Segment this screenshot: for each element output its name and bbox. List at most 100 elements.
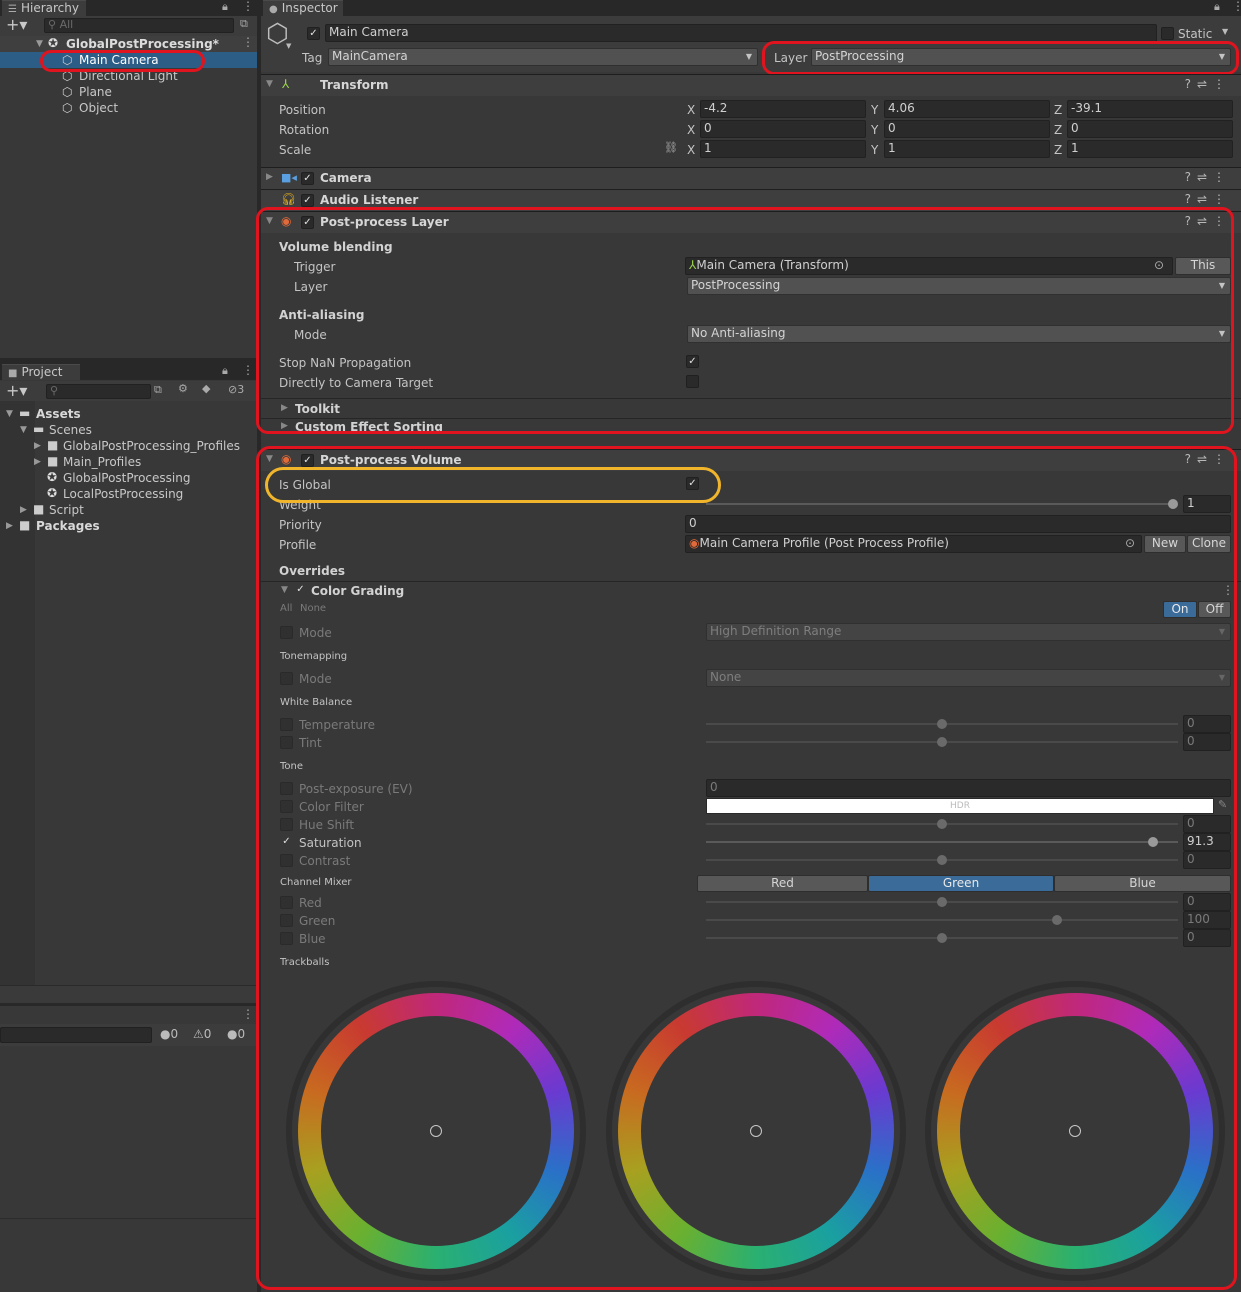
folder-icon: ■ (47, 454, 59, 468)
static-label: Static (1178, 27, 1213, 41)
project-search-input[interactable]: ⚲ (46, 384, 151, 399)
console-divider (0, 1218, 257, 1219)
gameobject-icon: ⬡ (62, 101, 73, 115)
folder-icon: ■ (8, 368, 18, 379)
tag-icon[interactable]: ◆ (202, 382, 210, 395)
create-plus-icon[interactable]: +▾ (6, 15, 27, 34)
project-item-globalpp-profiles[interactable]: GlobalPostProcessing_Profiles (63, 438, 240, 454)
help-icon[interactable]: ? (1185, 192, 1197, 206)
axis-y-label: Y (871, 143, 879, 157)
gameobject-icon: ⬡ (62, 85, 73, 99)
help-icon[interactable]: ? (1185, 170, 1197, 184)
scene-menu-icon[interactable]: ⋮ (242, 35, 254, 49)
menu-kebab-icon[interactable]: ⋮ (1213, 170, 1231, 184)
console-search-input[interactable] (0, 1027, 152, 1043)
presets-icon[interactable]: ⇌ (1197, 77, 1213, 91)
active-checkbox[interactable]: ✓ (307, 27, 320, 40)
error-count[interactable]: ●0 (227, 1027, 245, 1041)
inspector-tab[interactable]: ● Inspector (263, 0, 343, 16)
fold-arrow-icon[interactable]: ▶ (20, 502, 27, 518)
presets-icon[interactable]: ⇌ (1197, 170, 1213, 184)
project-item-main-profiles[interactable]: Main_Profiles (63, 454, 141, 470)
presets-icon[interactable]: ⇌ (1197, 192, 1213, 206)
warning-icon: ⚠ (193, 1027, 204, 1041)
project-item-scenes[interactable]: Scenes (49, 422, 92, 438)
search-by-label-icon[interactable]: ⚙ (178, 382, 188, 395)
rotation-z-input[interactable]: 0 (1067, 120, 1233, 138)
chevron-down-icon: ▼ (745, 52, 752, 61)
annotation-box-pp-layer (256, 207, 1234, 434)
tag-dropdown[interactable]: MainCamera ▼ (328, 48, 758, 66)
fold-arrow-icon[interactable]: ▶ (34, 438, 41, 454)
camera-header[interactable]: ▶ ■◂ ✓ Camera ?⇌⋮ (261, 167, 1241, 189)
search-by-type-icon[interactable]: ⧉ (154, 383, 162, 397)
folder-icon: ■ (19, 518, 31, 532)
project-tree-bg (0, 400, 35, 1002)
transform-header[interactable]: ▼ ⅄ Transform ?⇌⋮ (261, 74, 1241, 96)
static-checkbox[interactable] (1161, 27, 1174, 40)
hidden-count: 3 (237, 383, 245, 396)
scale-z-input[interactable]: 1 (1067, 140, 1233, 158)
fold-arrow-icon[interactable]: ▼ (20, 422, 27, 438)
fold-arrow-icon[interactable]: ▶ (34, 454, 41, 470)
folder-open-icon: ▬ (19, 406, 31, 420)
info-icon: ● (160, 1027, 171, 1041)
menu-kebab-icon[interactable]: ⋮ (242, 363, 254, 377)
scene-visibility-icon[interactable]: ⧉ (240, 17, 248, 31)
hierarchy-tab[interactable]: ☰ Hierarchy (2, 0, 86, 16)
fold-arrow-icon[interactable]: ▶ (6, 518, 13, 534)
info-icon: ● (269, 4, 278, 15)
rotation-x-input[interactable]: 0 (700, 120, 866, 138)
menu-kebab-icon[interactable]: ⋮ (1232, 0, 1241, 13)
audio-enabled-checkbox[interactable]: ✓ (301, 194, 314, 207)
fold-arrow-icon[interactable]: ▶ (266, 172, 273, 182)
lock-icon[interactable]: 🔒︎ (222, 0, 228, 14)
camera-enabled-checkbox[interactable]: ✓ (301, 172, 314, 185)
project-item-globalpp-scene[interactable]: GlobalPostProcessing (63, 470, 190, 486)
position-z-input[interactable]: -39.1 (1067, 100, 1233, 118)
unity-scene-icon: ✪ (47, 486, 58, 500)
axis-x-label: X (687, 103, 696, 117)
static-dropdown-arrow-icon[interactable]: ▼ (1222, 27, 1228, 36)
folder-icon: ■ (33, 502, 45, 516)
project-item-script[interactable]: Script (49, 502, 84, 518)
component-actions[interactable]: ?⇌⋮ (1185, 77, 1231, 91)
constrain-proportions-icon[interactable]: ⛓ (664, 141, 678, 154)
info-count[interactable]: ●0 (160, 1027, 178, 1041)
hierarchy-search-input[interactable]: ⚲ All (44, 18, 234, 33)
warning-count[interactable]: ⚠0 (193, 1027, 211, 1041)
menu-kebab-icon[interactable]: ⋮ (1213, 192, 1231, 206)
project-item-packages[interactable]: Packages (36, 518, 100, 534)
component-actions[interactable]: ?⇌⋮ (1185, 170, 1231, 184)
menu-kebab-icon[interactable]: ⋮ (242, 0, 254, 13)
scene-fold-arrow[interactable]: ▼ (36, 36, 43, 52)
create-plus-icon[interactable]: +▾ (6, 381, 27, 400)
project-item-assets[interactable]: Assets (36, 406, 81, 422)
menu-kebab-icon[interactable]: ⋮ (242, 1007, 254, 1021)
inspector-tabbar (261, 0, 1241, 16)
icon-dropdown-arrow-icon[interactable]: ▼ (286, 42, 291, 50)
position-y-input[interactable]: 4.06 (884, 100, 1050, 118)
search-icon: ⚲ (50, 384, 59, 397)
object-name-input[interactable]: Main Camera (325, 24, 1157, 42)
help-icon[interactable]: ? (1185, 77, 1197, 91)
scale-y-input[interactable]: 1 (884, 140, 1050, 158)
search-icon: ⚲ (48, 18, 60, 31)
project-tab[interactable]: ■ Project (2, 364, 80, 380)
component-actions[interactable]: ?⇌⋮ (1185, 192, 1231, 206)
scale-x-input[interactable]: 1 (700, 140, 866, 158)
rotation-y-input[interactable]: 0 (884, 120, 1050, 138)
menu-kebab-icon[interactable]: ⋮ (1213, 77, 1231, 91)
axis-y-label: Y (871, 123, 879, 137)
fold-arrow-icon[interactable]: ▼ (266, 79, 273, 89)
position-x-input[interactable]: -4.2 (700, 100, 866, 118)
hidden-packages-icon[interactable]: ⊘3 (228, 383, 244, 396)
lock-icon[interactable]: 🔒︎ (222, 364, 228, 378)
hierarchy-item-object[interactable]: Object (79, 100, 118, 116)
project-item-localpp-scene[interactable]: LocalPostProcessing (63, 486, 183, 502)
lock-icon[interactable]: 🔒︎ (1214, 0, 1220, 14)
hierarchy-item-plane[interactable]: Plane (79, 84, 112, 100)
fold-arrow-icon[interactable]: ▼ (6, 406, 13, 422)
console-panel (0, 1006, 257, 1292)
axis-z-label: Z (1054, 143, 1063, 157)
